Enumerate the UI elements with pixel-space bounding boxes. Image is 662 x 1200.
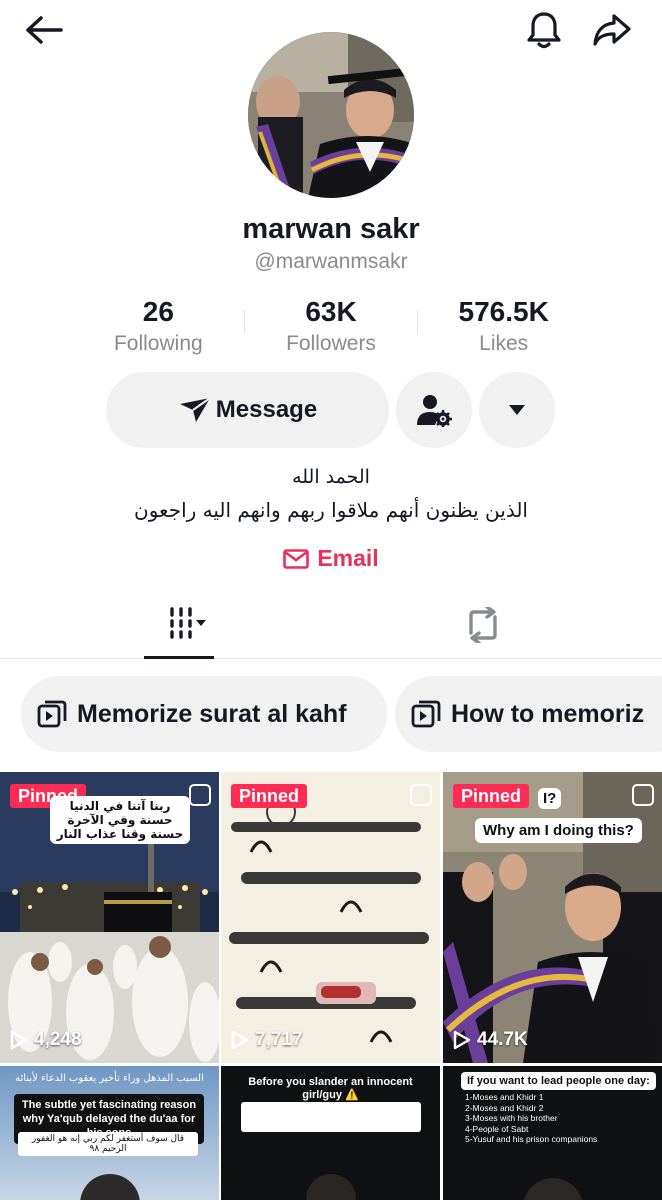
stat-value: 576.5K <box>458 296 549 327</box>
active-tab-indicator <box>144 656 214 659</box>
bio-line: الذين يظنون أنهم ملاقوا ربهم وانهم اليه … <box>134 498 528 522</box>
list-item: 5-Yusuf and his prison companions <box>465 1134 598 1144</box>
video-thumbnail[interactable]: السبب المذهل وراء تأخير يعقوب الدعاء لأب… <box>0 1066 219 1200</box>
view-count-value: 7,717 <box>255 1029 303 1050</box>
stat-label: Followers <box>286 332 376 355</box>
grid-icon <box>170 607 206 639</box>
pinned-badge: Pinned <box>231 784 308 808</box>
content-tabs <box>0 595 662 659</box>
stat-label: Likes <box>479 332 529 355</box>
stat-followers[interactable]: 63K Followers <box>245 296 418 356</box>
notifications-button[interactable] <box>524 10 564 50</box>
list-item: 3-Moses with his brother <box>465 1113 558 1123</box>
stat-likes[interactable]: 576.5K Likes <box>417 296 590 356</box>
person-silhouette <box>306 1174 356 1200</box>
list-item: 4-People of Sabt <box>465 1123 529 1134</box>
stat-divider <box>417 310 418 334</box>
stat-label: Following <box>113 332 203 355</box>
stat-following[interactable]: 26 Following <box>72 296 245 356</box>
stat-value: 63K <box>305 296 357 327</box>
video-thumbnail[interactable]: Pinned I? Why am I doing this? 44.7K <box>443 772 662 1063</box>
video-thumbnail[interactable]: Pinned 7,717 <box>221 772 440 1063</box>
playlist-label: Memorize surat al kahf <box>77 699 347 728</box>
video-caption: ربنا آتنا في الدنيا حسنة وفي الآخرة حسنة… <box>50 796 190 844</box>
share-icon <box>593 14 631 46</box>
video-grid: Pinned ربنا آتنا في الدنيا حسنة وفي الآخ… <box>0 772 662 1200</box>
view-count: 44.7K <box>453 1029 528 1051</box>
playlist-icon <box>411 700 441 728</box>
list-item: 1-Moses and Khidr 1 <box>465 1092 544 1102</box>
view-count-value: 4,248 <box>34 1029 82 1050</box>
play-icon <box>453 1030 471 1050</box>
video-caption-arabic-2: قال سوف أستغفر لكم ربي إنه هو الغفور الر… <box>18 1132 198 1156</box>
photo-mode-icon <box>632 784 654 811</box>
share-button[interactable] <box>592 10 632 50</box>
video-caption-arabic: السبب المذهل وراء تأخير يعقوب الدعاء لأب… <box>15 1073 204 1084</box>
playlist-row: Memorize surat al kahf How to memoriz <box>0 676 662 754</box>
repost-icon <box>469 607 497 643</box>
playlist-chip[interactable]: How to memoriz <box>395 676 662 752</box>
email-label: Email <box>317 545 379 571</box>
video-caption: If you want to lead people one day: <box>461 1072 656 1090</box>
avatar-photo <box>248 32 414 198</box>
arabic-text-box <box>241 1102 421 1132</box>
playlist-chip[interactable]: Memorize surat al kahf <box>21 676 387 752</box>
video-caption-list: 1-Moses and Khidr 1 2-Moses and Khidr 2 … <box>465 1092 645 1145</box>
video-caption: Why am I doing this? <box>475 818 642 843</box>
list-item: 2-Moses and Khidr 2 <box>465 1102 544 1113</box>
tab-reposts[interactable] <box>458 605 508 645</box>
more-options-button[interactable] <box>479 372 555 448</box>
video-thumbnail[interactable]: Pinned ربنا آتنا في الدنيا حسنة وفي الآخ… <box>0 772 219 1063</box>
back-button[interactable] <box>24 10 64 50</box>
video-thumbnail[interactable]: If you want to lead people one day: 1-Mo… <box>443 1066 662 1200</box>
stat-divider <box>244 310 245 334</box>
bell-icon <box>527 12 561 49</box>
tab-videos[interactable] <box>144 605 214 657</box>
stat-value: 26 <box>142 296 174 327</box>
photo-mode-icon <box>410 784 432 811</box>
mail-icon <box>283 548 310 569</box>
profile-stats: 26 Following 63K Followers 576.5K Likes <box>72 296 590 356</box>
playlist-icon <box>37 700 67 728</box>
message-button[interactable]: Message <box>106 372 389 448</box>
user-gear-icon <box>417 395 452 427</box>
play-icon <box>231 1030 249 1050</box>
view-count: 4,248 <box>10 1029 82 1051</box>
email-link[interactable]: Email <box>0 545 662 572</box>
profile-handle: @marwanmsakr <box>254 250 408 273</box>
avatar[interactable] <box>248 32 414 198</box>
graduation-thumbnail <box>443 772 662 1063</box>
video-caption: Before you slander an innocent girl/guy … <box>248 1076 413 1101</box>
playlist-label: How to memoriz <box>451 699 645 728</box>
message-label: Message <box>215 396 318 423</box>
friend-settings-button[interactable] <box>396 372 472 448</box>
view-count-value: 44.7K <box>477 1029 528 1050</box>
video-caption-top: I? <box>538 788 562 809</box>
arrow-left-icon <box>26 16 63 44</box>
pinned-badge: Pinned <box>453 784 530 808</box>
view-count: 7,717 <box>231 1029 303 1051</box>
chevron-down-icon <box>509 405 525 415</box>
send-icon <box>179 397 211 422</box>
quran-page-thumbnail <box>221 772 440 1063</box>
video-thumbnail[interactable]: Before you slander an innocent girl/guy … <box>221 1066 440 1200</box>
play-icon <box>10 1030 28 1050</box>
person-silhouette <box>523 1178 583 1200</box>
profile-name: marwan sakr <box>242 213 420 245</box>
photo-mode-icon <box>189 784 211 811</box>
bio-line: الحمد الله <box>292 466 370 488</box>
